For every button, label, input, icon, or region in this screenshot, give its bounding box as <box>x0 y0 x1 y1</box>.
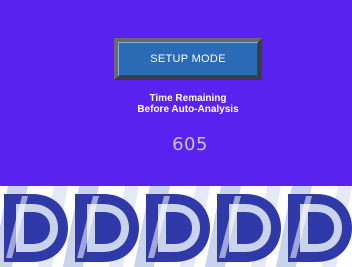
time-remaining-line-2: Before Auto-Analysis <box>137 104 239 115</box>
d-logo-icon <box>63 186 139 267</box>
logo-band-graphic <box>0 186 352 267</box>
logo-band <box>0 186 352 267</box>
main-panel: SETUP MODE Time Remaining Before Auto-An… <box>0 0 352 186</box>
kiosk-screen: SETUP MODE Time Remaining Before Auto-An… <box>0 0 352 267</box>
setup-mode-button[interactable]: SETUP MODE <box>114 38 262 80</box>
countdown-value: 605 <box>172 134 208 155</box>
setup-mode-label: SETUP MODE <box>150 53 226 65</box>
d-logo-icon <box>276 186 352 267</box>
d-logo-icon <box>134 186 210 267</box>
d-logo-icon <box>0 186 68 267</box>
time-remaining-label: Time Remaining Before Auto-Analysis <box>118 93 258 115</box>
d-logo-icon <box>205 186 281 267</box>
time-remaining-line-1: Time Remaining <box>149 93 227 104</box>
